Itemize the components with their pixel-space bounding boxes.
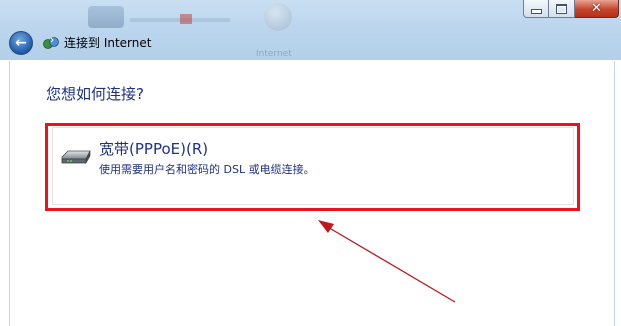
minimize-button[interactable] bbox=[523, 0, 549, 18]
network-icon bbox=[43, 37, 59, 49]
background-globe-icon bbox=[264, 3, 292, 31]
window-title: 连接到 Internet bbox=[64, 36, 152, 50]
background-disconnected-icon bbox=[180, 14, 192, 24]
background-internet-label: Internet bbox=[256, 49, 292, 59]
close-button[interactable]: ✕ bbox=[575, 0, 619, 18]
connect-to-internet-window: Internet ✕ ← 连接到 Internet 您想如何连接? 宽带(PPP… bbox=[0, 0, 621, 326]
close-icon: ✕ bbox=[591, 1, 602, 16]
red-highlight-box bbox=[45, 123, 580, 211]
back-button[interactable]: ← bbox=[9, 31, 33, 55]
maximize-icon bbox=[556, 3, 567, 14]
title-bar: Internet ✕ ← 连接到 Internet bbox=[0, 0, 621, 60]
back-arrow-icon: ← bbox=[15, 35, 27, 51]
minimize-icon bbox=[530, 9, 542, 14]
maximize-button[interactable] bbox=[549, 0, 575, 18]
caption-buttons: ✕ bbox=[523, 0, 619, 18]
page-heading: 您想如何连接? bbox=[46, 85, 144, 103]
background-computer-icon bbox=[88, 6, 124, 28]
